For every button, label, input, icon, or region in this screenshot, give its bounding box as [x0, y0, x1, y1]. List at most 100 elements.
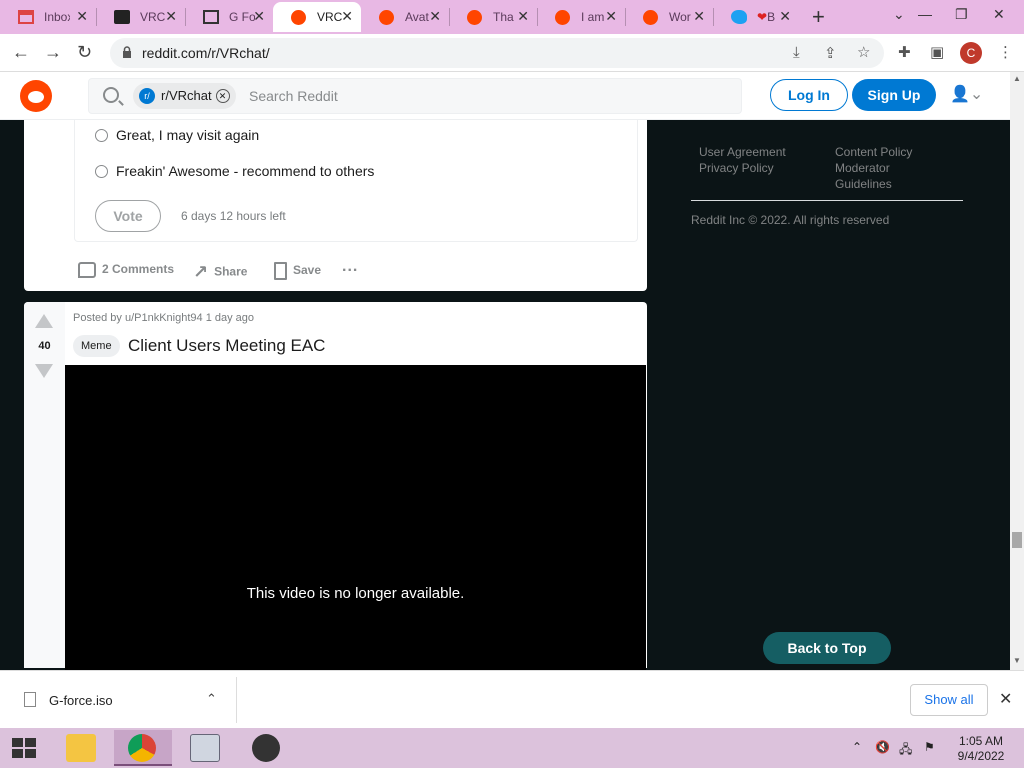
comment-icon	[78, 262, 96, 278]
game-app[interactable]	[238, 730, 296, 766]
side-panel-icon[interactable]: ▣	[930, 43, 944, 61]
install-app-icon[interactable]: ⤓	[793, 44, 800, 61]
share-icon[interactable]: ⇪	[824, 44, 837, 62]
back-icon[interactable]: ←	[12, 42, 30, 63]
forward-icon[interactable]: →	[44, 42, 62, 63]
link-moderator-guidelines[interactable]: Moderator	[835, 160, 890, 176]
restore-button[interactable]: ❐	[955, 6, 968, 23]
vote-button[interactable]: Vote	[95, 200, 161, 232]
tab-tha[interactable]: Tha ✕	[449, 2, 537, 32]
remove-chip-icon[interactable]: ✕	[215, 89, 230, 103]
close-icon[interactable]: ✕	[693, 8, 705, 25]
security-alert-icon[interactable]: ⚑	[924, 740, 935, 754]
copyright-text: Reddit Inc © 2022. All rights reserved	[691, 213, 890, 227]
gmail-icon	[18, 10, 34, 24]
close-icon[interactable]: ✕	[517, 8, 529, 25]
reddit-icon	[467, 10, 482, 25]
close-icon[interactable]: ✕	[76, 8, 88, 25]
post-title[interactable]: Client Users Meeting EAC	[128, 336, 325, 356]
profile-avatar[interactable]: C	[960, 42, 982, 64]
close-icon[interactable]: ✕	[165, 8, 177, 25]
network-icon[interactable]: 🖧	[899, 740, 912, 761]
file-icon	[24, 692, 36, 707]
twitter-icon	[731, 10, 747, 24]
share-button[interactable]: ↗ Share	[193, 262, 247, 283]
video-player[interactable]: This video is no longer available.	[65, 365, 646, 670]
minimize-button[interactable]: —	[918, 6, 932, 22]
tab-wor[interactable]: Wor ✕	[625, 2, 713, 32]
link-content-policy[interactable]: Content Policy	[835, 144, 912, 160]
chrome-app[interactable]	[114, 730, 172, 766]
file-explorer-app[interactable]	[52, 730, 110, 766]
close-icon[interactable]: ✕	[605, 8, 617, 25]
post-flair[interactable]: Meme	[73, 335, 120, 357]
comments-button[interactable]: 2 Comments	[78, 262, 174, 278]
reddit-header: r/ r/VRchat ✕ Search Reddit Log In Sign …	[0, 72, 1010, 120]
scroll-up-icon[interactable]: ▲	[1013, 74, 1021, 83]
search-bar[interactable]: r/ r/VRchat ✕ Search Reddit	[88, 78, 742, 114]
link-privacy-policy[interactable]: Privacy Policy	[699, 160, 774, 176]
tab-avat[interactable]: Avat ✕	[361, 2, 449, 32]
close-icon[interactable]: ✕	[253, 8, 265, 25]
vote-column: 40	[24, 302, 65, 668]
close-window-button[interactable]: ✕	[993, 6, 1005, 23]
tab-search-icon[interactable]: ⌄	[893, 6, 905, 23]
more-options-icon[interactable]: ...	[342, 258, 358, 276]
monitor-app[interactable]	[176, 730, 234, 766]
bookmark-icon	[274, 262, 287, 280]
tab-vrc-active[interactable]: VRC ✕	[273, 2, 361, 32]
poll-option[interactable]: Freakin' Awesome - recommend to others	[95, 163, 374, 179]
page-scrollbar[interactable]: ▲ ▼	[1010, 72, 1024, 670]
address-bar[interactable]: reddit.com/r/VRchat/ ⤓ ⇪ ☆	[110, 38, 884, 68]
tab-i-am[interactable]: I am ✕	[537, 2, 625, 32]
save-button[interactable]: Save	[274, 262, 321, 280]
volume-muted-icon[interactable]: 🔇	[875, 740, 890, 754]
reddit-icon	[643, 10, 658, 25]
tab-gfo[interactable]: G Fo ✕	[185, 2, 273, 32]
chrome-icon	[128, 734, 156, 762]
menu-kebab-icon[interactable]: ⋮	[998, 43, 1013, 61]
poll-option[interactable]: Great, I may visit again	[95, 127, 259, 143]
windows-taskbar: ⌃ 🔇 🖧 ⚑ 1:05 AM 9/4/2022	[0, 728, 1024, 768]
download-bar: G-force.iso ⌃ Show all ✕	[0, 670, 1024, 728]
extensions-icon[interactable]: ✚	[898, 43, 911, 61]
system-clock[interactable]: 1:05 AM 9/4/2022	[952, 734, 1010, 764]
browser-toolbar: ← → ↻ reddit.com/r/VRchat/ ⤓ ⇪ ☆ ✚ ▣ C ⋮	[0, 34, 1024, 72]
link-moderator-guidelines[interactable]: Guidelines	[835, 176, 892, 192]
upvote-icon[interactable]	[35, 314, 53, 328]
tab-vrchat[interactable]: VRChat ✕	[96, 2, 185, 32]
reload-icon[interactable]: ↻	[77, 42, 92, 63]
tray-overflow-icon[interactable]: ⌃	[852, 740, 862, 754]
show-all-button[interactable]: Show all	[910, 684, 988, 716]
tab-inbox[interactable]: Inbox ✕	[0, 2, 96, 32]
scroll-down-icon[interactable]: ▼	[1013, 656, 1021, 665]
scrollbar-thumb[interactable]	[1012, 532, 1022, 548]
close-icon[interactable]: ✕	[429, 8, 441, 25]
log-in-button[interactable]: Log In	[770, 79, 848, 111]
search-input[interactable]: Search Reddit	[249, 88, 338, 104]
browser-tab-strip: Inbox ✕ VRChat ✕ G Fo ✕ VRC ✕ Avat ✕ Tha…	[0, 0, 1024, 34]
new-tab-button[interactable]: +	[812, 4, 825, 30]
windows-start-icon[interactable]	[12, 738, 36, 758]
close-icon[interactable]: ✕	[341, 8, 353, 25]
poll: Great, I may visit again Freakin' Awesom…	[74, 120, 638, 242]
downvote-icon[interactable]	[35, 364, 53, 378]
post-meta[interactable]: Posted by u/P1nkKnight94 1 day ago	[73, 312, 254, 324]
subreddit-chip[interactable]: r/ r/VRchat ✕	[133, 83, 236, 109]
sign-up-button[interactable]: Sign Up	[852, 79, 936, 111]
museum-icon	[203, 10, 219, 24]
back-to-top-button[interactable]: Back to Top	[763, 632, 891, 664]
link-user-agreement[interactable]: User Agreement	[699, 144, 786, 160]
divider	[691, 200, 963, 201]
tab-twitter[interactable]: ❤B ✕	[713, 2, 799, 32]
download-item[interactable]: G-force.iso	[49, 693, 113, 708]
chevron-up-icon[interactable]: ⌃	[206, 691, 217, 707]
reddit-logo-icon[interactable]	[20, 80, 52, 112]
bookmark-star-icon[interactable]: ☆	[857, 43, 870, 61]
close-download-bar-icon[interactable]: ✕	[999, 689, 1012, 709]
url-text: reddit.com/r/VRchat/	[142, 45, 270, 61]
close-icon[interactable]: ✕	[779, 8, 791, 25]
vrchat-icon	[114, 10, 130, 24]
subreddit-avatar-icon: r/	[139, 88, 155, 104]
user-menu-icon[interactable]: 👤⌄	[950, 84, 983, 104]
